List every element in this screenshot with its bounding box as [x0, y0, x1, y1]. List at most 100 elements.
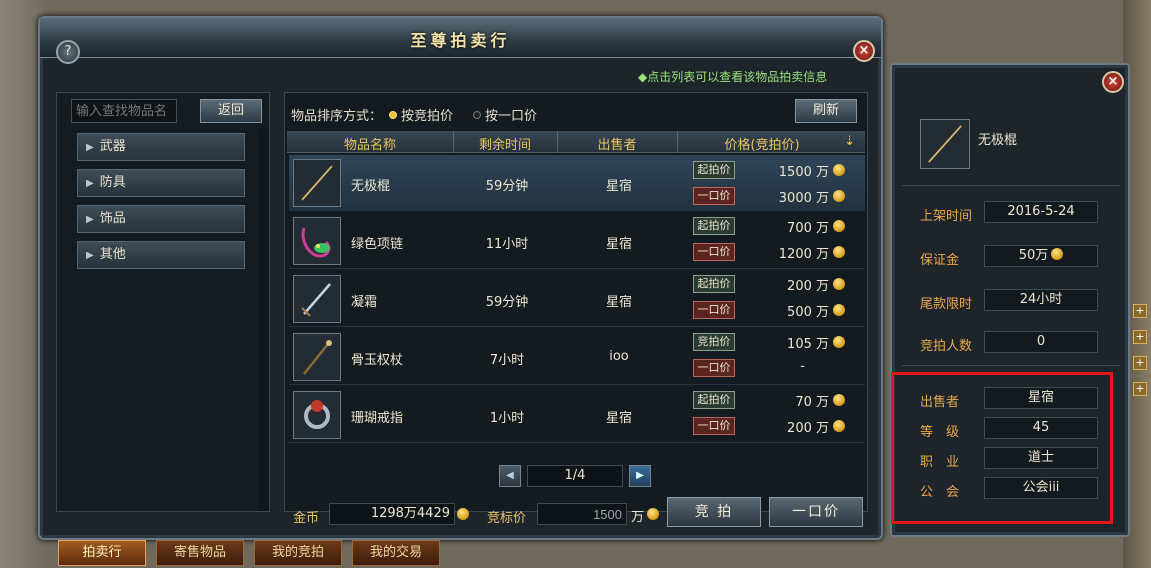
seller-name: 星宿	[605, 295, 632, 310]
category-panel: 返回 ▶ 武器 ▶ 防具 ▶ 饰品 ▶ 其他	[56, 92, 270, 512]
category-scrollbar[interactable]	[259, 129, 269, 511]
deposit-text: 50万	[1018, 248, 1049, 263]
category-other[interactable]: ▶ 其他	[77, 241, 245, 269]
window-title: 至尊拍卖行	[410, 31, 511, 50]
arrow-right-icon: ▶	[86, 214, 94, 225]
category-armor[interactable]: ▶ 防具	[77, 169, 245, 197]
sort-label: 物品排序方式：	[291, 109, 383, 124]
scepter-icon	[293, 333, 341, 381]
deposit-value: 50万	[984, 245, 1098, 267]
next-page-button[interactable]: ▶	[629, 465, 651, 487]
seller-name: 星宿	[605, 179, 632, 194]
detail-item-name: 无极棍	[978, 133, 1018, 148]
item-name: 无极棍	[351, 179, 391, 194]
plus-icon[interactable]: +	[1133, 382, 1147, 396]
listing-date: 2016-5-24	[984, 201, 1098, 223]
column-header-price[interactable]: 价格(竞拍价)	[677, 134, 847, 153]
buyout-price-tag: 一口价	[693, 359, 735, 377]
start-price-tag: 起拍价	[693, 161, 735, 179]
radio-dot-icon	[473, 111, 481, 119]
back-button[interactable]: 返回	[200, 99, 262, 123]
buyout-price: -	[800, 359, 805, 374]
category-weapons[interactable]: ▶ 武器	[77, 133, 245, 161]
gold-balance: 1298万4429	[329, 503, 455, 525]
auction-window: 至尊拍卖行 ? × ◆点击列表可以查看该物品拍卖信息 返回 ▶ 武器 ▶ 防具 ▶ 饰…	[38, 16, 883, 540]
category-jewelry[interactable]: ▶ 饰品	[77, 205, 245, 233]
item-name: 骨玉权杖	[351, 353, 404, 368]
sword-icon	[293, 275, 341, 323]
time-remaining: 59分钟	[485, 295, 529, 310]
bidder-count: 0	[984, 331, 1098, 353]
gold-coin-icon	[833, 304, 845, 316]
start-price-tag: 起拍价	[693, 275, 735, 293]
bid-amount-input[interactable]	[537, 503, 627, 525]
gold-coin-icon	[833, 246, 845, 258]
gold-coin-icon	[647, 508, 659, 520]
plus-icon[interactable]: +	[1133, 356, 1147, 370]
ring-icon	[293, 391, 341, 439]
bid-price: 105 万	[787, 337, 829, 352]
table-row[interactable]: 骨玉权杖 7小时 ioo 竞拍价 105 万 一口价 -	[289, 329, 865, 385]
buyout-price-tag: 一口价	[693, 187, 735, 205]
buyout-price-tag: 一口价	[693, 301, 735, 319]
detail-label: 上架时间	[920, 209, 973, 224]
hint-text: ◆点击列表可以查看该物品拍卖信息	[638, 70, 828, 84]
divider	[902, 185, 1120, 186]
detail-label: 尾款限时	[920, 297, 973, 312]
search-input[interactable]	[71, 99, 177, 123]
category-label: 其他	[99, 247, 126, 262]
arrow-right-icon: ▶	[86, 142, 94, 153]
sort-option-label: 按一口价	[485, 109, 538, 124]
gold-coin-icon	[833, 394, 845, 406]
item-name: 绿色项链	[351, 237, 404, 252]
tab-my-bids[interactable]: 我的竞拍	[254, 540, 342, 566]
seller-name: 星宿	[605, 237, 632, 252]
bid-bar: 金币 1298万4429 竞标价 万 竞 拍 一口价	[285, 491, 867, 527]
staff-icon	[293, 159, 341, 207]
buyout-price-tag: 一口价	[693, 243, 735, 261]
item-list-panel: 物品排序方式： 按竞拍价 按一口价 刷新 物品名称 剩余时间 出售者 价格(竞拍…	[284, 92, 868, 527]
gold-coin-icon	[457, 508, 469, 520]
plus-icon[interactable]: +	[1133, 330, 1147, 344]
gold-label: 金币	[293, 511, 320, 526]
payment-deadline: 24小时	[984, 289, 1098, 311]
bid-button[interactable]: 竞 拍	[667, 497, 761, 527]
buyout-button[interactable]: 一口价	[769, 497, 863, 527]
plus-icon[interactable]: +	[1133, 304, 1147, 318]
table-row[interactable]: 凝霜 59分钟 星宿 起拍价 200 万 一口价 500 万	[289, 271, 865, 327]
highlight-box	[891, 372, 1113, 524]
tab-consignment[interactable]: 寄售物品	[156, 540, 244, 566]
sort-by-buyout-radio[interactable]: 按一口价	[473, 105, 537, 124]
column-header-seller[interactable]: 出售者	[557, 134, 677, 153]
title-bar: 至尊拍卖行	[40, 18, 881, 58]
close-button[interactable]: ×	[853, 40, 875, 62]
gold-coin-icon	[833, 278, 845, 290]
gold-coin-icon	[833, 420, 845, 432]
tab-my-trades[interactable]: 我的交易	[352, 540, 440, 566]
buyout-price-tag: 一口价	[693, 417, 735, 435]
tab-auction[interactable]: 拍卖行	[58, 540, 146, 566]
detail-close-button[interactable]: ×	[1102, 71, 1124, 93]
time-remaining: 7小时	[489, 353, 525, 368]
buyout-price: 500 万	[787, 305, 829, 320]
sort-by-bid-radio[interactable]: 按竞拍价	[389, 105, 453, 124]
table-row[interactable]: 绿色项链 11小时 星宿 起拍价 700 万 一口价 1200 万	[289, 213, 865, 269]
refresh-button[interactable]: 刷新	[795, 99, 857, 123]
table-row[interactable]: 珊瑚戒指 1小时 星宿 起拍价 70 万 一口价 200 万	[289, 387, 865, 443]
sort-arrow-icon[interactable]: ⇣	[844, 134, 855, 149]
seller-name: 星宿	[605, 411, 632, 426]
bid-label: 竞标价	[487, 511, 527, 526]
column-header-time[interactable]: 剩余时间	[453, 134, 557, 153]
item-name: 凝霜	[351, 295, 378, 310]
column-header-name[interactable]: 物品名称	[287, 134, 453, 153]
time-remaining: 11小时	[485, 237, 529, 252]
help-icon[interactable]: ?	[56, 40, 80, 64]
start-price: 70 万	[795, 395, 829, 410]
prev-page-button[interactable]: ◀	[499, 465, 521, 487]
table-row[interactable]: 无极棍 59分钟 星宿 起拍价 1500 万 一口价 3000 万	[289, 155, 865, 211]
category-label: 武器	[99, 139, 126, 154]
necklace-icon	[293, 217, 341, 265]
gold-coin-icon	[1051, 248, 1064, 260]
radio-dot-icon	[389, 111, 397, 119]
table-header: 物品名称 剩余时间 出售者 价格(竞拍价) ⇣	[287, 131, 865, 153]
